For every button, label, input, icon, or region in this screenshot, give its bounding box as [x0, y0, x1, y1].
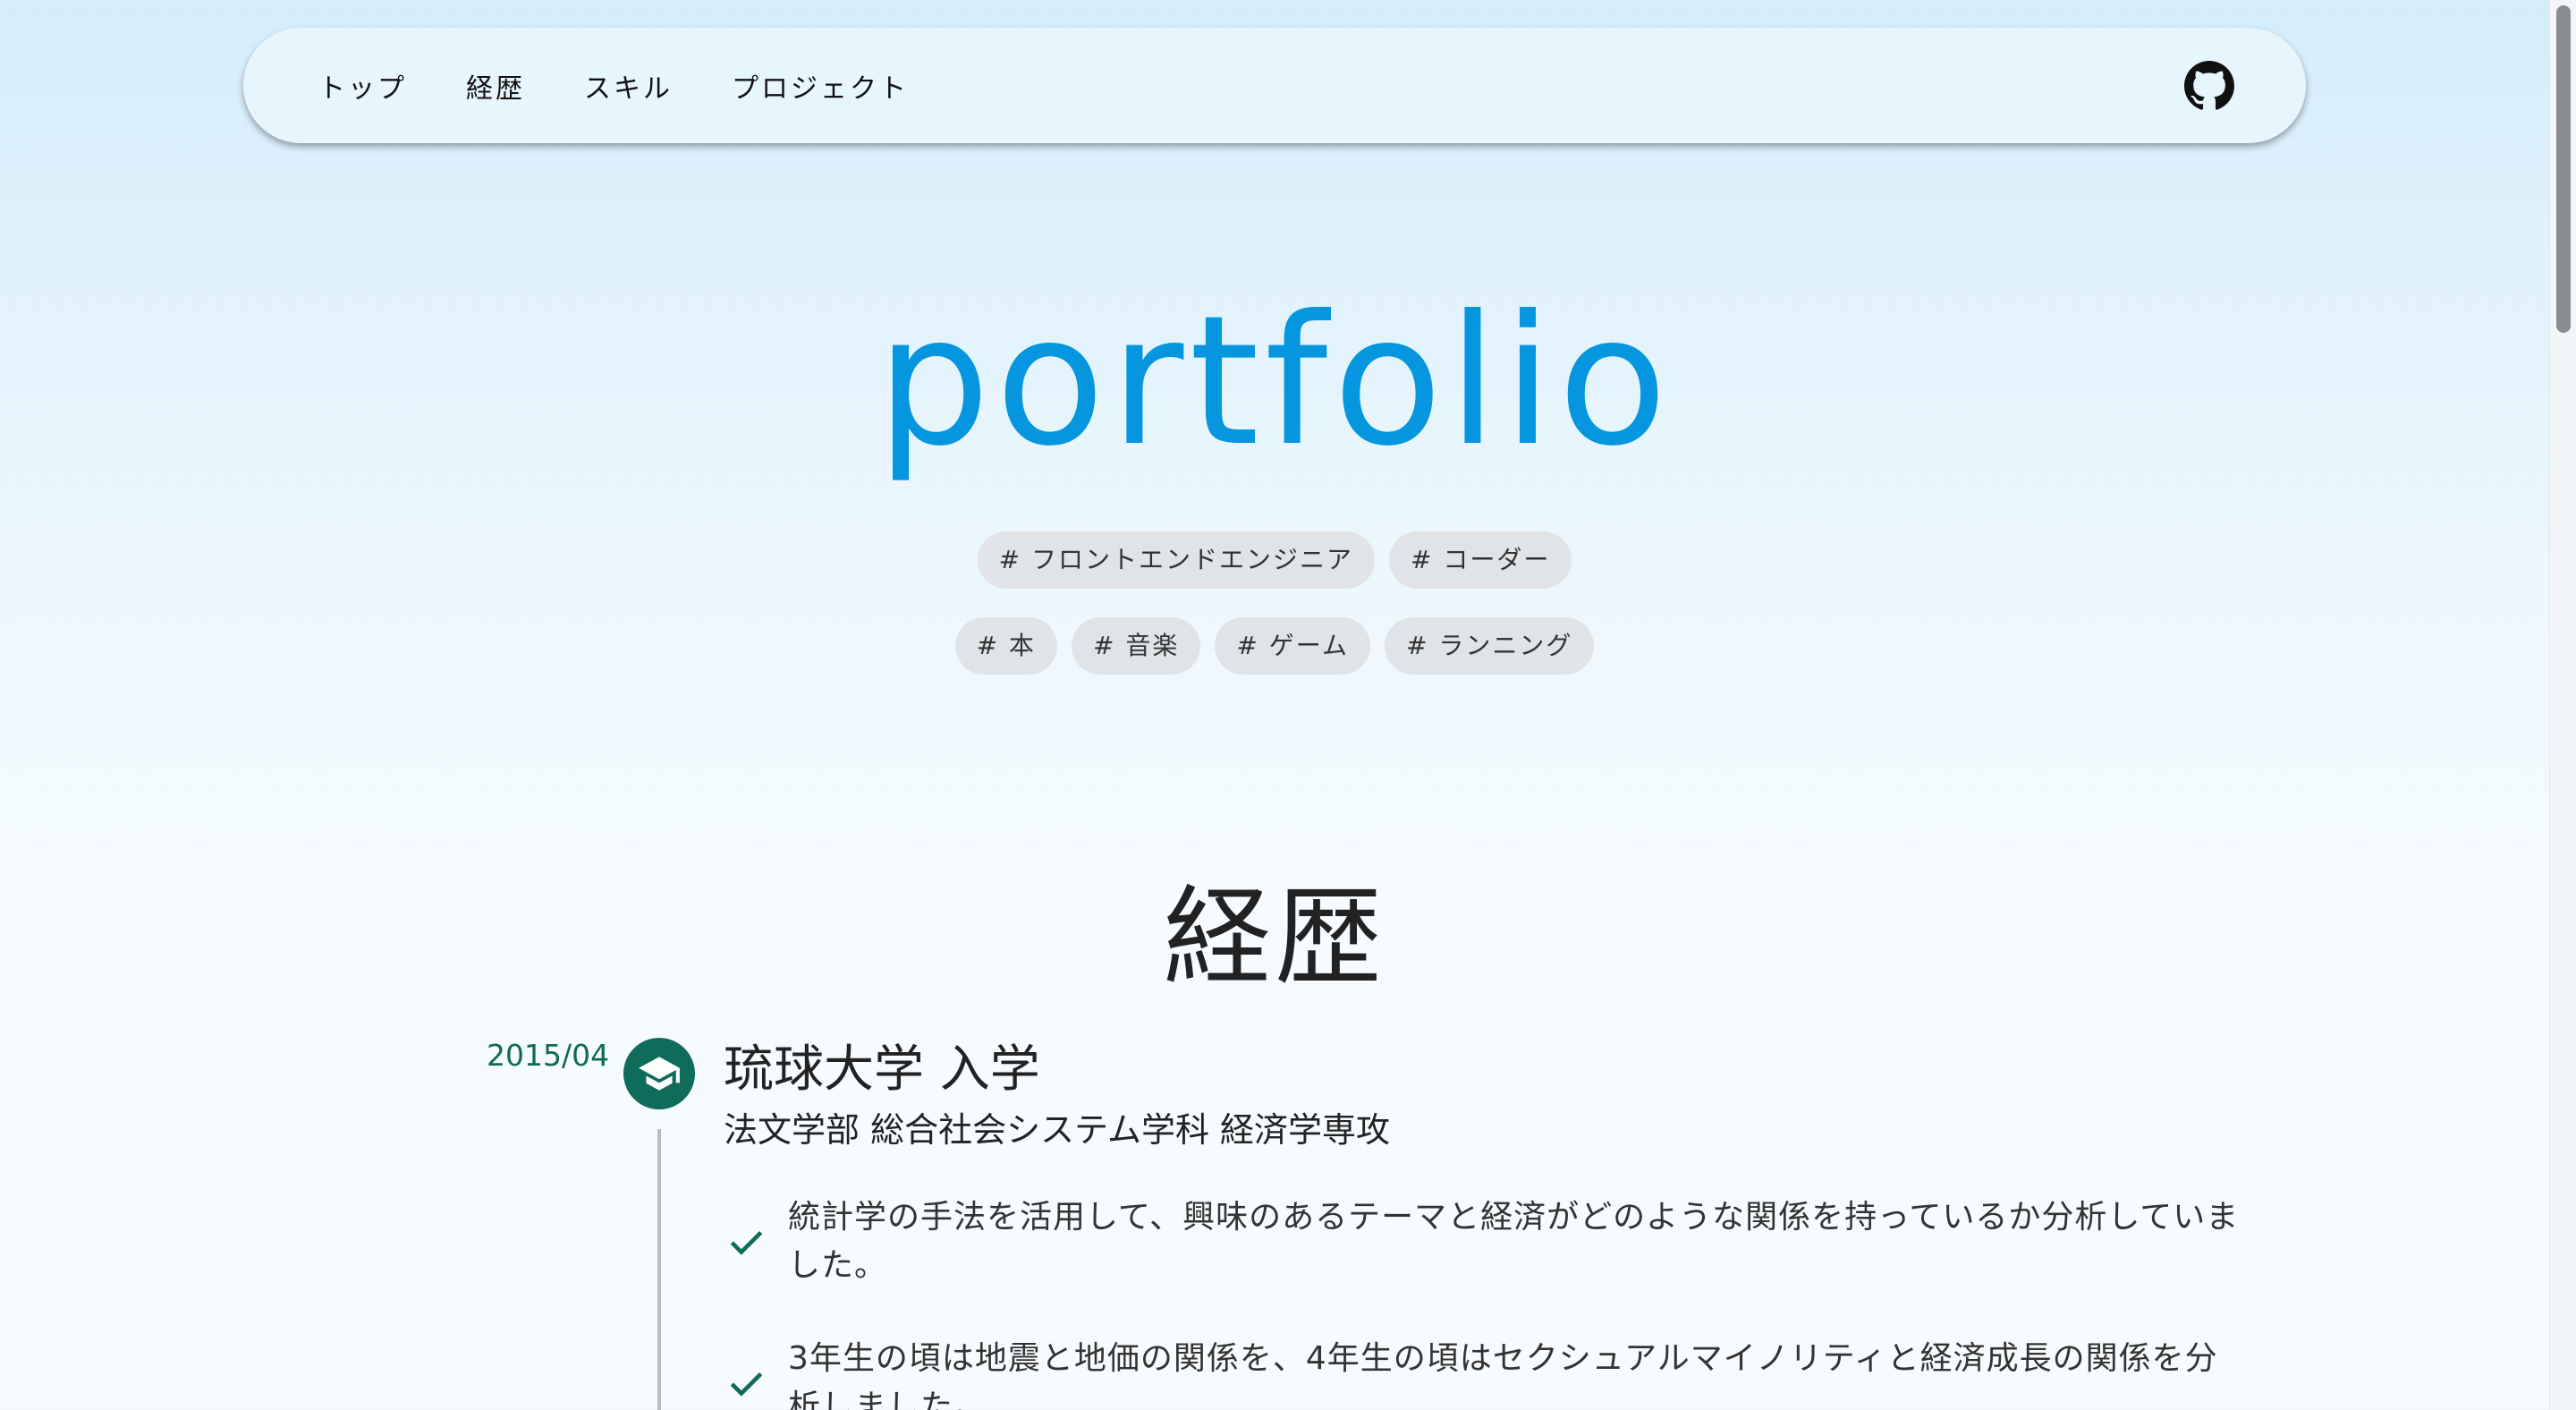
scrollbar-thumb[interactable]: [2556, 5, 2571, 333]
nav-links: トップ 経歴 スキル プロジェクト: [318, 66, 968, 106]
timeline-list-item: 3年生の頃は地震と地価の関係を、4年生の頃はセクシュアルマイノリティと経済成長の…: [724, 1335, 2244, 1410]
career-section-title: 経歴: [1164, 876, 1385, 1000]
nav-link-career[interactable]: 経歴: [466, 66, 525, 106]
tag-music: # 音楽: [1072, 617, 1201, 675]
tag-books: # 本: [954, 617, 1058, 675]
timeline-subheading: 法文学部 総合社会システム学科 経済学専攻: [724, 1110, 1391, 1150]
timeline-line: [657, 1129, 661, 1410]
hero-title: portfolio: [876, 277, 1674, 486]
timeline-date: 2015/04: [487, 1038, 610, 1073]
github-icon[interactable]: [2184, 60, 2234, 111]
check-icon: [730, 1372, 763, 1397]
timeline-list-item-text: 3年生の頃は地震と地価の関係を、4年生の頃はセクシュアルマイノリティと経済成長の…: [788, 1340, 2218, 1410]
check-icon: [730, 1230, 763, 1255]
nav-link-skills[interactable]: スキル: [584, 66, 673, 106]
tag-games: # ゲーム: [1215, 617, 1370, 675]
top-nav: トップ 経歴 スキル プロジェクト: [243, 28, 2306, 143]
timeline-badge: [623, 1038, 695, 1109]
tag-running: # ランニング: [1384, 617, 1595, 675]
timeline-list-item-text: 統計学の手法を活用して、興味のあるテーマと経済がどのような関係を持っているか分析…: [788, 1199, 2240, 1284]
tag-coder: # コーダー: [1389, 531, 1572, 589]
timeline-heading: 琉球大学 入学: [724, 1041, 1040, 1099]
vertical-scrollbar[interactable]: [2549, 0, 2576, 1410]
timeline-list-item: 統計学の手法を活用して、興味のあるテーマと経済がどのような関係を持っているか分析…: [724, 1193, 2244, 1290]
tag-frontend-engineer: # フロントエンドエンジニア: [977, 531, 1375, 589]
nav-link-top[interactable]: トップ: [318, 66, 407, 106]
nav-link-projects[interactable]: プロジェクト: [732, 66, 909, 106]
tags-row-1: # フロントエンドエンジニア # コーダー: [0, 531, 2549, 589]
tags-row-2: # 本 # 音楽 # ゲーム # ランニング: [0, 617, 2549, 675]
graduation-cap-icon: [639, 1057, 680, 1091]
